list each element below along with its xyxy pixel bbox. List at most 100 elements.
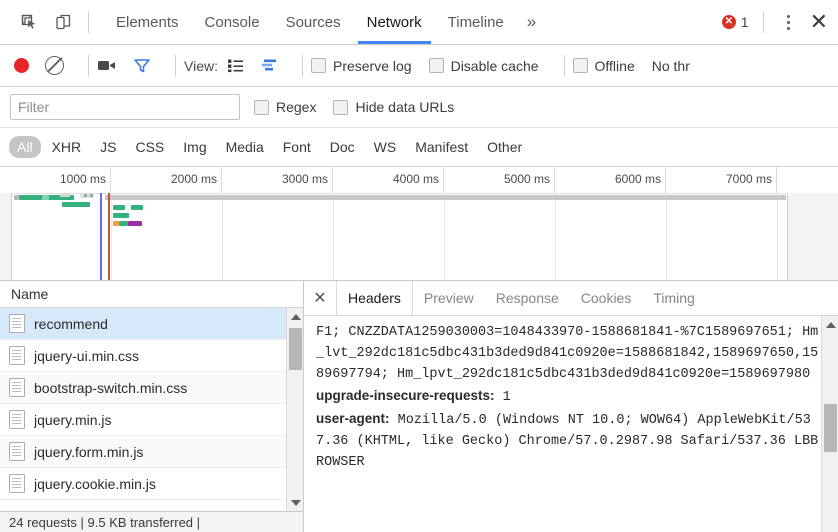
hide-data-urls-checkbox[interactable]: Hide data URLs	[333, 99, 454, 115]
cookie-header-value: F1; CNZZDATA1259030003=1048433970-158868…	[316, 322, 826, 385]
type-filter-xhr[interactable]: XHR	[44, 136, 90, 158]
tab-sources[interactable]: Sources	[273, 0, 354, 44]
network-split-view: Name recommend jquery-ui.min.css bootstr…	[0, 281, 838, 532]
offline-checkbox[interactable]: Offline	[573, 58, 635, 74]
tab-timing[interactable]: Timing	[642, 281, 706, 315]
request-list-scrollbar[interactable]	[286, 308, 303, 511]
resource-type-filters: All XHR JS CSS Img Media Font Doc WS Man…	[0, 128, 838, 167]
dom-content-loaded-line	[100, 193, 102, 280]
table-row[interactable]: jquery.min.js	[0, 404, 303, 436]
tab-elements[interactable]: Elements	[103, 0, 192, 44]
regex-checkbox[interactable]: Regex	[254, 99, 316, 115]
clear-button[interactable]	[45, 56, 64, 75]
inspect-element-icon[interactable]	[12, 7, 46, 37]
details-tabbar: ✕ Headers Preview Response Cookies Timin…	[304, 281, 838, 316]
tab-network[interactable]: Network	[354, 0, 435, 44]
request-list-pane: Name recommend jquery-ui.min.css bootstr…	[0, 281, 304, 532]
list-view-button[interactable]	[227, 58, 244, 73]
request-name: bootstrap-switch.min.css	[34, 380, 187, 396]
header-value: 1	[503, 390, 511, 405]
close-devtools-icon[interactable]: ✕	[810, 11, 828, 33]
table-row[interactable]: recommend	[0, 308, 303, 340]
network-toolbar: View: Preserve log Disab	[0, 45, 838, 87]
overview-bar	[84, 194, 87, 197]
throttling-selector[interactable]: No thr	[652, 58, 690, 74]
scroll-down-arrow-icon[interactable]	[287, 494, 303, 511]
filter-input[interactable]	[10, 94, 240, 120]
table-row[interactable]: jquery.cookie.min.js	[0, 468, 303, 500]
capture-screenshots-button[interactable]	[97, 58, 117, 73]
overview-waterfall	[0, 193, 838, 280]
overview-time-ruler: 1000 ms 2000 ms 3000 ms 4000 ms 5000 ms …	[0, 167, 838, 194]
network-overview[interactable]: 1000 ms 2000 ms 3000 ms 4000 ms 5000 ms …	[0, 167, 838, 281]
header-value: Mozilla/5.0 (Windows NT 10.0; WOW64) App…	[316, 413, 818, 470]
filter-toggle-button[interactable]	[133, 57, 151, 74]
tab-console[interactable]: Console	[192, 0, 273, 44]
devtools-window: Elements Console Sources Network Timelin…	[0, 0, 838, 532]
device-toolbar-icon[interactable]	[46, 7, 80, 37]
checkbox-box	[333, 100, 348, 115]
ruler-tick: 2000 ms	[111, 167, 222, 193]
headers-content[interactable]: F1; CNZZDATA1259030003=1048433970-158868…	[304, 316, 838, 532]
user-agent-header: user-agent: Mozilla/5.0 (Windows NT 10.0…	[316, 408, 826, 473]
type-filter-other[interactable]: Other	[479, 136, 530, 158]
regex-label: Regex	[276, 99, 316, 115]
record-button[interactable]	[14, 58, 29, 73]
scrollbar-thumb[interactable]	[289, 328, 302, 370]
topbar-divider-2	[763, 11, 764, 33]
ruler-tick: 6000 ms	[555, 167, 666, 193]
checkbox-box	[254, 100, 269, 115]
header-key: user-agent:	[316, 411, 390, 426]
network-status-bar: 24 requests | 9.5 KB transferred |	[0, 511, 303, 532]
request-name: jquery.cookie.min.js	[34, 476, 156, 492]
tab-preview[interactable]: Preview	[413, 281, 485, 315]
type-filter-js[interactable]: JS	[92, 136, 124, 158]
devtools-main-tabbar: Elements Console Sources Network Timelin…	[0, 0, 838, 45]
type-filter-css[interactable]: CSS	[127, 136, 172, 158]
scroll-up-arrow-icon[interactable]	[822, 316, 838, 333]
disable-cache-label: Disable cache	[451, 58, 539, 74]
request-name: jquery.min.js	[34, 412, 112, 428]
clear-icon	[45, 56, 64, 75]
type-filter-img[interactable]: Img	[175, 136, 214, 158]
request-name: jquery.form.min.js	[34, 444, 143, 460]
table-row[interactable]: jquery-ui.min.css	[0, 340, 303, 372]
load-event-line	[108, 193, 110, 280]
overview-right-handle[interactable]	[787, 193, 838, 280]
overview-bar	[90, 194, 93, 197]
tab-headers[interactable]: Headers	[337, 281, 413, 315]
overview-bar	[62, 202, 90, 207]
table-row[interactable]: bootstrap-switch.min.css	[0, 372, 303, 404]
table-row[interactable]: jquery.form.min.js	[0, 436, 303, 468]
type-filter-ws[interactable]: WS	[366, 136, 405, 158]
waterfall-view-button[interactable]	[260, 58, 278, 73]
overview-bar	[131, 205, 143, 210]
tab-cookies[interactable]: Cookies	[570, 281, 643, 315]
overview-bar	[113, 205, 125, 210]
close-details-icon[interactable]: ✕	[304, 281, 337, 315]
overview-bar	[60, 193, 70, 197]
disable-cache-checkbox[interactable]: Disable cache	[429, 58, 539, 74]
tab-response[interactable]: Response	[485, 281, 570, 315]
error-badge[interactable]: ✕ 1	[722, 14, 749, 30]
details-scrollbar[interactable]	[821, 316, 838, 532]
scrollbar-thumb[interactable]	[824, 404, 837, 452]
tab-timeline[interactable]: Timeline	[435, 0, 517, 44]
overview-left-handle[interactable]	[0, 193, 12, 280]
type-filter-all[interactable]: All	[9, 136, 41, 158]
type-filter-font[interactable]: Font	[275, 136, 319, 158]
toolbar-divider	[88, 11, 89, 33]
type-filter-doc[interactable]: Doc	[322, 136, 363, 158]
checkbox-box	[311, 58, 326, 73]
column-header-name: Name	[11, 286, 48, 302]
camera-icon	[97, 58, 117, 73]
vertical-dots-menu-icon[interactable]	[778, 9, 800, 35]
overview-bar	[119, 221, 128, 226]
request-list-scroll[interactable]: recommend jquery-ui.min.css bootstrap-sw…	[0, 308, 303, 511]
scroll-up-arrow-icon[interactable]	[287, 308, 303, 325]
type-filter-manifest[interactable]: Manifest	[407, 136, 476, 158]
more-tabs-button[interactable]: »	[517, 0, 546, 44]
request-name: recommend	[34, 316, 108, 332]
preserve-log-checkbox[interactable]: Preserve log	[311, 58, 412, 74]
type-filter-media[interactable]: Media	[218, 136, 272, 158]
